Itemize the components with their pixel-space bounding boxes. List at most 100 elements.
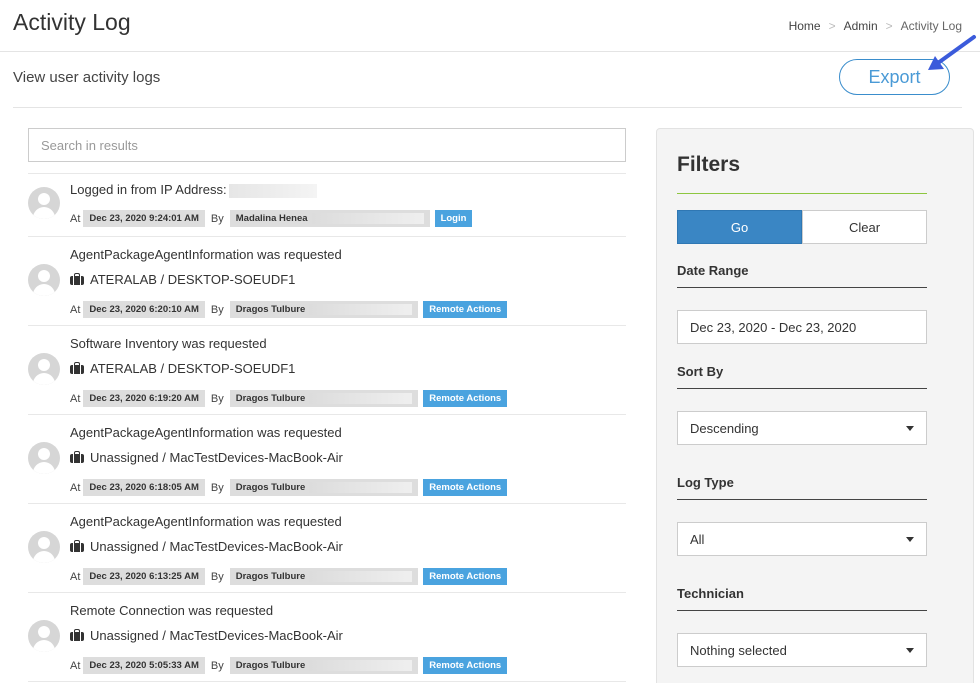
log-date: Dec 23, 2020 6:18:05 AM [83, 479, 205, 496]
user-avatar-icon [28, 620, 60, 652]
log-user-name: Dragos Tulbure [235, 304, 306, 315]
log-meta: At Dec 23, 2020 5:05:33 AM By Dragos Tulbur… [70, 657, 508, 674]
log-title: AgentPackageAgentInformation was request… [70, 425, 342, 440]
log-meta: At Dec 23, 2020 9:24:01 AM By Madalina Hene… [70, 210, 473, 227]
briefcase-icon [70, 540, 84, 552]
log-meta: At Dec 23, 2020 6:19:20 AM By Dragos Tulbur… [70, 390, 508, 407]
log-type-badge[interactable]: Remote Actions [423, 479, 508, 496]
log-title: Software Inventory was requested [70, 336, 267, 351]
log-type-badge[interactable]: Remote Actions [423, 657, 508, 674]
date-range-label: Date Range [677, 263, 749, 278]
log-device[interactable]: Unassigned / MacTestDevices-MacBook-Air [70, 450, 343, 465]
redacted-user-detail [309, 482, 413, 493]
subheader-divider [13, 107, 962, 108]
briefcase-icon [70, 273, 84, 285]
log-title-text: Logged in from IP Address: [70, 182, 227, 197]
log-device-text: Unassigned / MacTestDevices-MacBook-Air [90, 450, 343, 465]
log-title: Logged in from IP Address: [70, 182, 317, 198]
user-avatar-icon [28, 264, 60, 296]
log-title: AgentPackageAgentInformation was request… [70, 514, 342, 529]
go-button[interactable]: Go [677, 210, 802, 244]
page-title: Activity Log [13, 9, 131, 35]
search-input[interactable] [28, 128, 626, 162]
by-label: By [210, 392, 224, 405]
briefcase-icon [70, 629, 84, 641]
clear-button[interactable]: Clear [802, 210, 927, 244]
log-entry: Remote Connection was requested Unassigne… [28, 593, 626, 682]
filters-panel: Filters Go Clear Date Range Dec 23, 2020… [656, 128, 974, 683]
log-user-name: Dragos Tulbure [235, 571, 306, 582]
breadcrumb-home[interactable]: Home [789, 19, 821, 33]
redacted-user-detail [311, 213, 424, 224]
by-label: By [210, 570, 224, 583]
at-label: At [70, 659, 81, 672]
date-range-value: Dec 23, 2020 - Dec 23, 2020 [690, 319, 857, 335]
at-label: At [70, 481, 81, 494]
log-user: Dragos Tulbure [229, 301, 419, 318]
user-avatar-icon [28, 531, 60, 563]
log-entry: AgentPackageAgentInformation was request… [28, 237, 626, 326]
log-device[interactable]: ATERALAB / DESKTOP-SOEUDF1 [70, 361, 295, 376]
breadcrumb-admin[interactable]: Admin [844, 19, 878, 33]
log-title-text: AgentPackageAgentInformation was request… [70, 425, 342, 440]
log-type-select[interactable]: All [677, 522, 927, 556]
log-user: Dragos Tulbure [229, 390, 419, 407]
date-range-rule [677, 287, 927, 288]
log-device-text: ATERALAB / DESKTOP-SOEUDF1 [90, 361, 296, 376]
sort-by-label: Sort By [677, 364, 724, 379]
log-type-badge[interactable]: Remote Actions [423, 390, 508, 407]
breadcrumb: Home > Admin > Activity Log [789, 19, 962, 33]
arrow-annotation-icon [928, 35, 976, 70]
log-device-text: Unassigned / MacTestDevices-MacBook-Air [90, 628, 343, 643]
log-type-label: Log Type [677, 475, 734, 490]
user-avatar-icon [28, 353, 60, 385]
log-user-name: Dragos Tulbure [235, 660, 306, 671]
filters-title: Filters [677, 153, 741, 176]
breadcrumb-separator: > [828, 19, 836, 33]
technician-label: Technician [677, 586, 744, 601]
sort-by-value: Descending [690, 420, 759, 436]
sort-by-rule [677, 388, 927, 389]
log-meta: At Dec 23, 2020 6:20:10 AM By Dragos Tulbur… [70, 301, 508, 318]
by-label: By [210, 303, 224, 316]
redacted-user-detail [309, 660, 413, 671]
by-label: By [210, 481, 224, 494]
technician-rule [677, 610, 927, 611]
log-user-name: Dragos Tulbure [235, 482, 306, 493]
log-device-text: Unassigned / MacTestDevices-MacBook-Air [90, 539, 343, 554]
log-title-text: Remote Connection was requested [70, 603, 274, 618]
log-date: Dec 23, 2020 6:20:10 AM [83, 301, 205, 318]
breadcrumb-current: Activity Log [900, 19, 962, 33]
sort-by-select[interactable]: Descending [677, 411, 927, 445]
date-range-input[interactable]: Dec 23, 2020 - Dec 23, 2020 [677, 310, 927, 344]
technician-select[interactable]: Nothing selected [677, 633, 927, 667]
log-date: Dec 23, 2020 6:13:25 AM [83, 568, 205, 585]
log-device[interactable]: Unassigned / MacTestDevices-MacBook-Air [70, 539, 343, 554]
briefcase-icon [70, 451, 84, 463]
log-type-badge[interactable]: Remote Actions [423, 568, 508, 585]
log-entry: Software Inventory was requested ATERALAB… [28, 326, 626, 415]
header-divider [0, 51, 980, 52]
log-user: Dragos Tulbure [229, 657, 419, 674]
briefcase-icon [70, 362, 84, 374]
log-user-name: Dragos Tulbure [235, 393, 306, 404]
filters-title-rule [677, 193, 927, 194]
log-type-badge[interactable]: Login [434, 210, 473, 227]
log-type-badge[interactable]: Remote Actions [423, 301, 508, 318]
redacted-user-detail [309, 304, 413, 315]
log-meta: At Dec 23, 2020 6:13:25 AM By Dragos Tulbur… [70, 568, 508, 585]
user-avatar-icon [28, 187, 60, 219]
log-device[interactable]: Unassigned / MacTestDevices-MacBook-Air [70, 628, 343, 643]
log-meta: At Dec 23, 2020 6:18:05 AM By Dragos Tulbur… [70, 479, 508, 496]
log-entry: AgentPackageAgentInformation was request… [28, 504, 626, 593]
at-label: At [70, 570, 81, 583]
log-device[interactable]: ATERALAB / DESKTOP-SOEUDF1 [70, 272, 295, 287]
log-entry: AgentPackageAgentInformation was request… [28, 415, 626, 504]
caret-down-icon [906, 536, 914, 542]
log-date: Dec 23, 2020 5:05:33 AM [83, 657, 205, 674]
activity-log-list: Logged in from IP Address: At Dec 23, 2020… [28, 174, 626, 682]
caret-down-icon [906, 647, 914, 653]
by-label: By [210, 212, 224, 225]
log-user-name: Madalina Henea [235, 213, 308, 224]
technician-value: Nothing selected [690, 642, 787, 658]
